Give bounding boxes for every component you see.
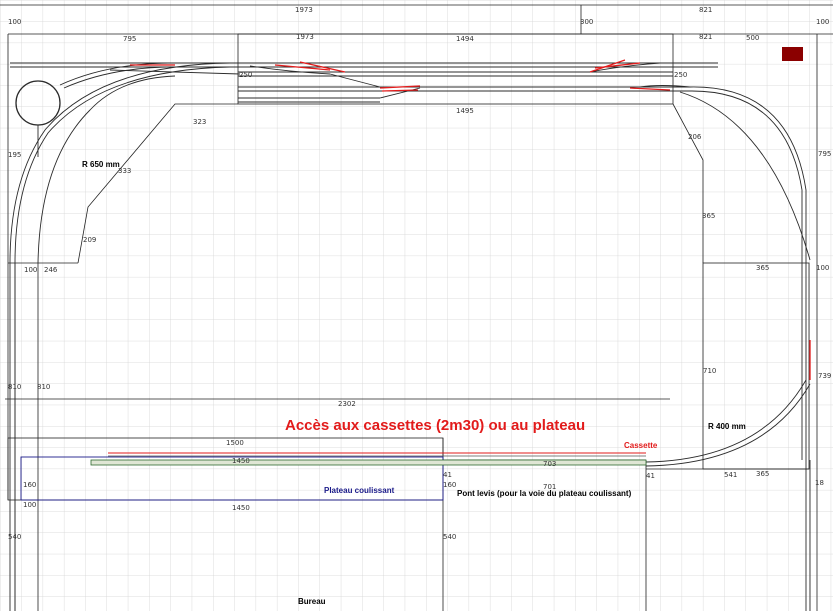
dim-label: 2302: [338, 400, 356, 408]
dim-label: 100: [8, 18, 21, 26]
dim-label: 160: [443, 481, 456, 489]
dim-label: 300: [580, 18, 593, 26]
dim-label: 710: [703, 367, 716, 375]
dim-label: 41: [646, 472, 655, 480]
dim-label: 1450: [232, 457, 250, 465]
cassette-label: Cassette: [624, 441, 658, 450]
dim-label: 250: [239, 71, 252, 79]
plateau-label: Plateau coulissant: [324, 486, 395, 495]
dim-label: 1450: [232, 504, 250, 512]
dim-label: 18: [815, 479, 824, 487]
buffer-block: [782, 47, 803, 61]
dim-label: 209: [83, 236, 96, 244]
dim-label: 246: [44, 266, 58, 274]
dim-label: 703: [543, 460, 556, 468]
dim-label: 541: [724, 471, 737, 479]
dim-label: 160: [23, 481, 36, 489]
dim-label: 795: [818, 150, 831, 158]
dim-label: 1500: [226, 439, 244, 447]
dim-label: 323: [193, 118, 206, 126]
page-title: Accès aux cassettes (2m30) ou au plateau: [285, 417, 585, 434]
dim-label: 250: [674, 71, 687, 79]
layout-plan: 1973 821 100 300 100 795 1973 1494 821 5…: [0, 0, 833, 611]
dim-label: 365: [756, 470, 769, 478]
radius-650-label: R 650 mm: [82, 160, 120, 169]
dim-label: 100: [816, 18, 829, 26]
radius-400-label: R 400 mm: [708, 422, 746, 431]
dim-label: 1494: [456, 35, 474, 43]
dim-label: 1495: [456, 107, 474, 115]
dim-label: 1973: [296, 33, 314, 41]
dim-label: 100: [816, 264, 829, 272]
dim-label: 810: [8, 383, 21, 391]
dim-label: 821: [699, 33, 712, 41]
dim-label: 540: [8, 533, 21, 541]
dim-label: 41: [443, 471, 452, 479]
bureau-label: Bureau: [298, 597, 326, 606]
dim-label: 365: [702, 212, 715, 220]
dim-label: 739: [818, 372, 831, 380]
pont-levis-label: Pont levis (pour la voie du plateau coul…: [457, 489, 632, 498]
dim-label: 540: [443, 533, 456, 541]
dim-label: 100: [23, 501, 36, 509]
dim-label: 100: [24, 266, 37, 274]
dim-label: 195: [8, 151, 21, 159]
dim-label: 810: [37, 383, 50, 391]
dim-label: 795: [123, 35, 136, 43]
dim-label: 333: [118, 167, 131, 175]
dim-label: 1973: [295, 6, 313, 14]
dim-label: 821: [699, 6, 712, 14]
dim-label: 365: [756, 264, 769, 272]
dim-label: 500: [746, 34, 759, 42]
dim-label: 206: [688, 133, 702, 141]
